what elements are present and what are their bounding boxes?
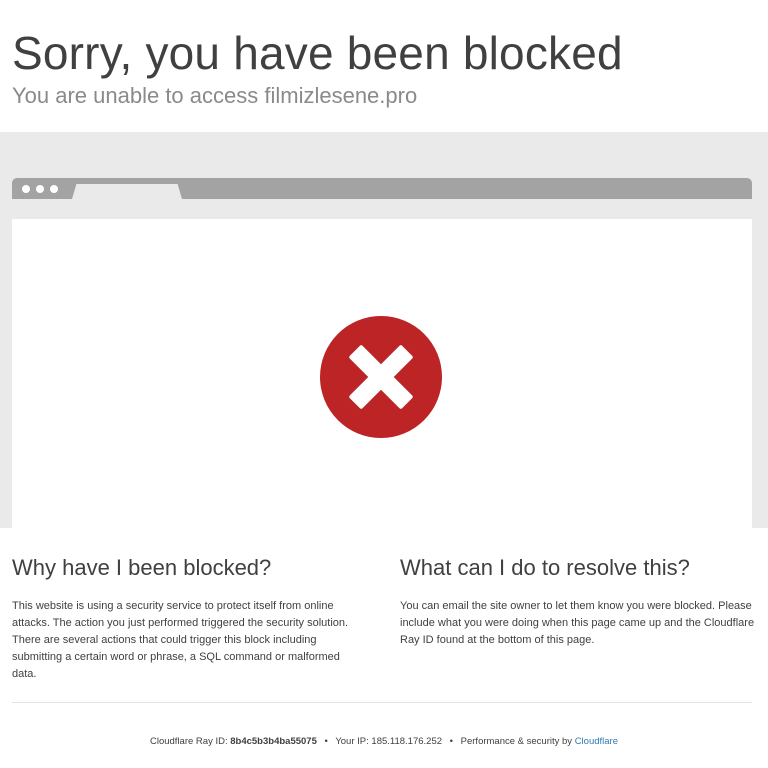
why-blocked-section: Why have I been blocked? This website is… [12,528,366,683]
browser-tab [72,184,182,199]
why-blocked-text: This website is using a security service… [12,600,349,680]
resolve-section: What can I do to resolve this? You can e… [400,528,756,649]
resolve-text: You can email the site owner to let them… [400,600,755,646]
browser-title-bar [12,178,752,199]
ray-id-label: Cloudflare Ray ID: [149,736,228,747]
performance-label: Performance & security by [460,736,573,747]
browser-illustration [0,132,768,528]
footer-separator: • [324,736,328,747]
page-subtitle: You are unable to access filmizlesene.pr… [12,83,418,108]
ray-id-value: 8b4c5b3b4ba55075 [230,736,317,747]
resolve-heading: What can I do to resolve this? [400,555,690,580]
window-dot-icon [50,184,58,193]
browser-window [12,219,752,528]
footer-divider [12,702,752,703]
why-blocked-heading: Why have I been blocked? [12,555,272,580]
footer: Cloudflare Ray ID: 8b4c5b3b4ba55075 • Yo… [0,735,768,749]
footer-separator: • [449,736,453,747]
ip-value: 185.118.176.252 [371,736,443,747]
window-dot-icon [36,184,44,193]
page-title: Sorry, you have been blocked [12,27,623,79]
page-header: Sorry, you have been blocked You are una… [0,0,768,132]
error-x-icon [320,316,442,438]
ip-label: Your IP: [335,736,369,747]
window-dot-icon [22,184,30,193]
cloudflare-link[interactable]: Cloudflare [575,736,618,747]
